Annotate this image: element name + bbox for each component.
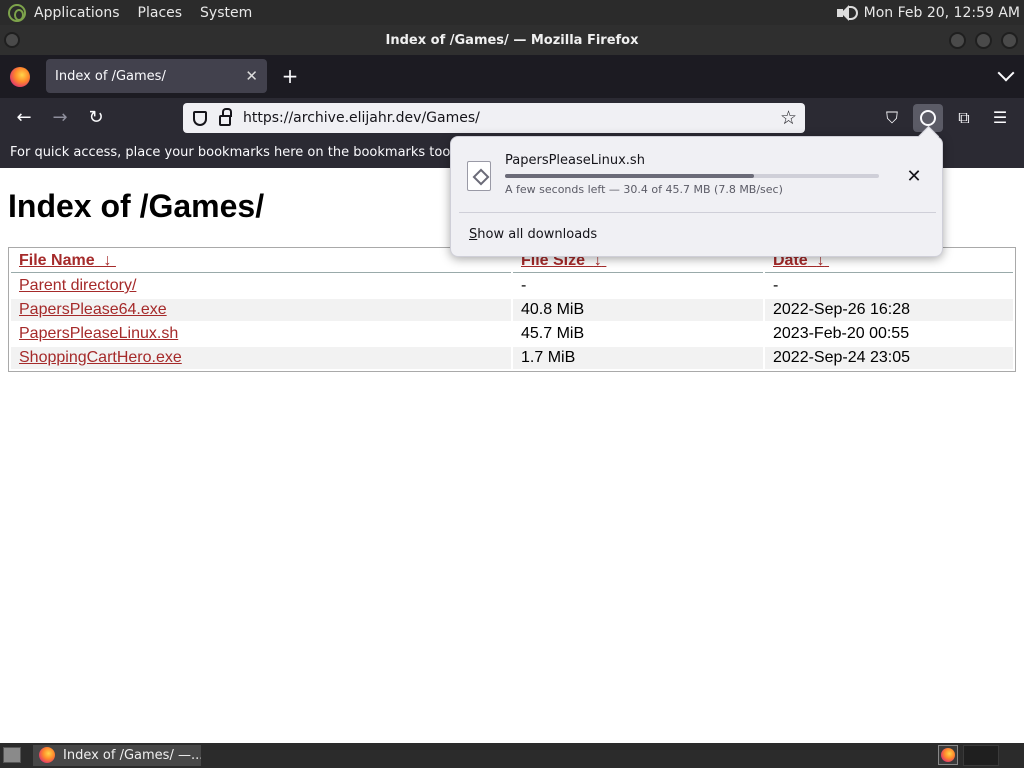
table-row: Parent directory/ - - [11,275,1013,297]
window-titlebar[interactable]: Index of /Games/ — Mozilla Firefox [0,25,1024,55]
taskbar-window-label: Index of /Games/ —... [63,748,201,763]
table-row: ShoppingCartHero.exe 1.7 MiB 2022-Sep-24… [11,347,1013,369]
places-menu[interactable]: Places [138,5,183,21]
workspace-firefox-icon[interactable] [938,745,958,765]
window-menu-icon[interactable] [4,32,20,48]
cancel-download-button[interactable]: ✕ [902,165,926,189]
maximize-button[interactable] [975,32,992,49]
list-all-tabs-chevron-icon[interactable] [997,64,1015,82]
show-desktop-icon[interactable] [3,747,21,763]
pocket-icon[interactable]: ⛉ [877,104,907,132]
url-text[interactable]: https://archive.elijahr.dev/Games/ [243,110,480,126]
file-date: 2022-Sep-24 23:05 [765,347,1013,369]
system-menu[interactable]: System [200,5,252,21]
file-size: 45.7 MiB [521,325,585,342]
bookmark-star-icon[interactable]: ☆ [780,107,797,129]
tab-title: Index of /Games/ [55,68,166,84]
file-size: - [521,277,527,294]
file-link[interactable]: ShoppingCartHero.exe [19,349,182,366]
show-all-downloads-button[interactable]: Show all downloads [469,227,597,242]
table-row: PapersPleaseLinux.sh 45.7 MiB 2023-Feb-2… [11,323,1013,345]
tab-strip: Index of /Games/ ✕ + [0,55,1024,98]
bookmarks-hint: For quick access, place your bookmarks h… [10,145,479,160]
workspace-switcher-2[interactable] [963,745,999,766]
divider [459,212,936,213]
url-bar[interactable]: https://archive.elijahr.dev/Games/ ☆ [183,103,805,133]
file-size: 1.7 MiB [513,347,763,369]
tab-index-of-games[interactable]: Index of /Games/ ✕ [46,59,267,93]
tracking-protection-shield-icon[interactable] [193,110,207,126]
file-date: 2023-Feb-20 00:55 [773,325,910,342]
navigation-toolbar: ← → ↻ https://archive.elijahr.dev/Games/… [0,98,1024,138]
close-window-button[interactable] [1001,32,1018,49]
file-size: 40.8 MiB [513,299,763,321]
sort-by-file-name-link[interactable]: File Name ↓ [19,252,116,269]
firefox-view-icon[interactable] [10,67,30,87]
window-title: Index of /Games/ — Mozilla Firefox [385,32,639,48]
distro-logo-icon[interactable] [8,3,26,22]
page-title: Index of /Games/ [8,188,265,224]
downloads-panel: PapersPleaseLinux.sh A few seconds left … [450,136,943,257]
column-file-name: File Name ↓ [11,250,511,273]
file-link[interactable]: PapersPleaseLinux.sh [19,325,178,342]
top-panel: Applications Places System Mon Feb 20, 1… [0,0,1024,25]
tab-close-icon[interactable]: ✕ [245,67,258,85]
applications-menu[interactable]: Applications [34,5,120,21]
file-icon [467,161,491,191]
download-item[interactable]: PapersPleaseLinux.sh A few seconds left … [459,145,936,209]
lock-icon[interactable] [219,108,232,126]
file-date: - [773,277,779,294]
download-status: A few seconds left — 30.4 of 45.7 MB (7.… [505,183,783,196]
download-progress-fill [505,174,754,178]
table-row: PapersPlease64.exe 40.8 MiB 2022-Sep-26 … [11,299,1013,321]
download-progress-ring-icon [920,110,936,126]
minimize-button[interactable] [949,32,966,49]
download-file-name: PapersPleaseLinux.sh [505,153,645,168]
app-menu-icon[interactable]: ☰ [985,104,1015,132]
file-link[interactable]: PapersPlease64.exe [19,301,167,318]
back-button[interactable]: ← [10,104,38,132]
forward-button[interactable]: → [46,104,74,132]
bottom-taskbar: Index of /Games/ —... [0,743,1024,768]
download-progress-bar [505,174,879,178]
file-date: 2022-Sep-26 16:28 [765,299,1013,321]
file-link[interactable]: Parent directory/ [19,277,136,294]
reload-button[interactable]: ↻ [82,104,110,132]
firefox-icon [39,747,55,763]
file-listing-table: File Name ↓ File Size ↓ Date ↓ Parent di… [8,247,1016,372]
clock[interactable]: Mon Feb 20, 12:59 AM [864,5,1020,21]
taskbar-firefox-window[interactable]: Index of /Games/ —... [33,745,201,766]
extensions-icon[interactable]: ⧉ [949,104,979,132]
new-tab-button[interactable]: + [280,64,300,88]
volume-icon[interactable] [834,2,858,24]
